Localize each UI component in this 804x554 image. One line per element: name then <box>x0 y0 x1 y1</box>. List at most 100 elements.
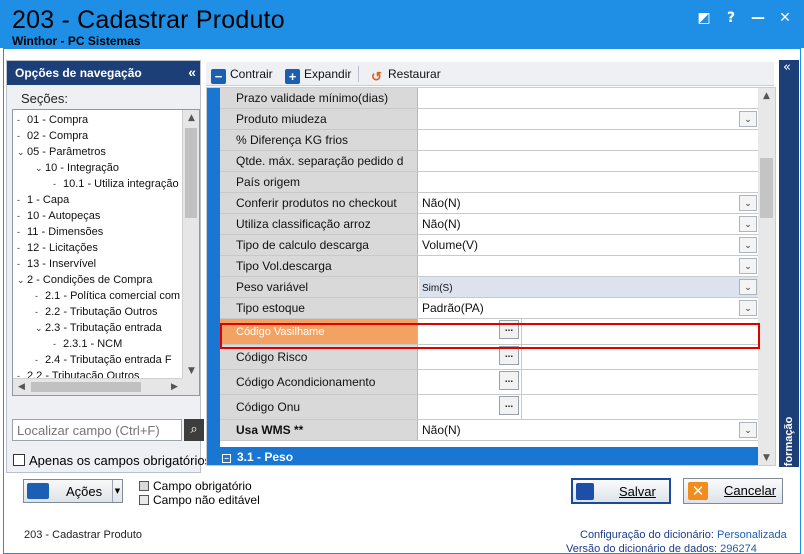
window-subtitle: Winthor - PC Sistemas <box>12 34 141 48</box>
close-icon[interactable]: ✕ <box>776 10 794 26</box>
tree-item[interactable]: ⌄ 2.3 - Tributação entrada <box>35 320 162 336</box>
grid-row-value[interactable]: Sim(S) ⌄ <box>419 277 760 297</box>
chevron-down-icon[interactable]: ⌄ <box>17 144 27 160</box>
lookup-button[interactable]: ... <box>499 320 519 339</box>
grid-vertical-scrollbar[interactable]: ▲ ▼ <box>758 88 775 465</box>
nav-header: Opções de navegação « <box>7 61 200 85</box>
grid-scroll-down-icon[interactable]: ▼ <box>758 450 775 465</box>
checkbox-box[interactable] <box>13 454 25 466</box>
chevron-down-icon[interactable]: ⌄ <box>739 300 757 316</box>
status-dict-config: Configuração do dicionário: Personalizad… <box>580 529 787 541</box>
tree-dash-icon: - <box>17 195 20 205</box>
grid-row-value[interactable]: Padrão(PA) ⌄ <box>419 298 760 318</box>
tree-scroll-thumb[interactable] <box>185 128 197 218</box>
scroll-corner <box>182 378 199 395</box>
collapse-section-icon[interactable]: − <box>222 454 231 463</box>
grid-row-value[interactable] <box>419 151 760 171</box>
tree-vertical-scrollbar[interactable]: ▲ ▼ <box>182 110 199 380</box>
grid-row: Tipo Vol.descarga ⌄ <box>220 256 760 277</box>
grid-row-value[interactable]: ... <box>419 370 760 394</box>
grid-row-label: Conferir produtos no checkout <box>220 193 418 213</box>
section-header-peso[interactable]: −3.1 - Peso <box>207 447 762 465</box>
tree-item[interactable]: -2.3.1 - NCM <box>53 336 122 352</box>
restore-icon[interactable]: ◩ <box>695 10 713 26</box>
grid-row-value[interactable] <box>419 88 760 108</box>
grid-row-value[interactable]: Volume(V) ⌄ <box>419 235 760 255</box>
grid-row-value-text: Não(N) <box>422 217 461 231</box>
info-panel[interactable]: « Informação <box>779 60 799 476</box>
help-icon[interactable]: ? <box>722 10 740 26</box>
grid-row-value[interactable]: Não(N) ⌄ <box>419 193 760 213</box>
tree-item[interactable]: -01 - Compra <box>17 112 88 128</box>
status-dict-version: Versão do dicionário de dados: 296274 <box>566 543 757 554</box>
chevron-down-icon[interactable]: ▼ <box>112 480 122 502</box>
tree-item-label: 01 - Compra <box>27 114 89 126</box>
grid-row-value[interactable]: Não(N) ⌄ <box>419 214 760 234</box>
grid-row-label: Tipo Vol.descarga <box>220 256 418 276</box>
tree-item[interactable]: -11 - Dimensões <box>17 224 103 240</box>
collapse-button[interactable]: − Contrair <box>211 66 273 84</box>
chevron-down-icon[interactable]: ⌄ <box>739 258 757 274</box>
chevron-down-icon[interactable]: ⌄ <box>17 272 27 288</box>
chevron-down-icon[interactable]: ⌄ <box>739 237 757 253</box>
tree-dash-icon: - <box>35 307 38 317</box>
minimize-icon[interactable]: — <box>749 10 767 26</box>
expand-info-icon[interactable]: « <box>783 60 791 75</box>
collapse-nav-icon[interactable]: « <box>188 60 196 84</box>
tree-item[interactable]: ⌄ 05 - Parâmetros <box>17 144 106 160</box>
tree-item[interactable]: -02 - Compra <box>17 128 88 144</box>
lookup-button[interactable]: ... <box>499 396 519 415</box>
tree-item[interactable]: -10 - Autopeças <box>17 208 100 224</box>
grid-toolbar: − Contrair + Expandir ↺ Restaurar <box>206 62 774 86</box>
grid-scroll-up-icon[interactable]: ▲ <box>758 88 775 105</box>
chevron-down-icon[interactable]: ⌄ <box>739 195 757 211</box>
restore-button[interactable]: ↺ Restaurar <box>369 66 441 84</box>
tree-item[interactable]: -13 - Inservível <box>17 256 96 272</box>
save-label: Salvar <box>619 484 656 499</box>
chevron-down-icon[interactable]: ⌄ <box>35 320 45 336</box>
chevron-down-icon[interactable]: ⌄ <box>739 111 757 127</box>
chevron-down-icon[interactable]: ⌄ <box>739 279 757 295</box>
tree-item[interactable]: ⌄ 10 - Integração <box>35 160 119 176</box>
tree-item[interactable]: -10.1 - Utiliza integração <box>53 176 179 192</box>
grid-row-value[interactable]: Não(N) ⌄ <box>419 420 760 440</box>
grid-row-label: Código Acondicionamento <box>220 370 418 394</box>
tree-item[interactable]: -12 - Licitações <box>17 240 98 256</box>
lookup-button[interactable]: ... <box>499 371 519 390</box>
tree-item[interactable]: -2.2 - Tributação Outros <box>35 304 158 320</box>
save-button[interactable]: Salvar <box>571 478 671 504</box>
grid-row-label: Tipo estoque <box>220 298 418 318</box>
scroll-up-icon[interactable]: ▲ <box>183 110 199 127</box>
cancel-button[interactable]: ✕ Cancelar <box>683 478 783 504</box>
tree-horizontal-scrollbar[interactable]: ◀ ▶ <box>13 378 183 395</box>
grid-row-label: Produto miudeza <box>220 109 418 129</box>
chevron-down-icon[interactable]: ⌄ <box>35 160 45 176</box>
tree-item[interactable]: -2.1 - Política comercial com <box>35 288 180 304</box>
tree-hscroll-thumb[interactable] <box>31 382 141 392</box>
section-label: 3.1 - Peso <box>237 450 294 464</box>
actions-button[interactable]: Ações ▼ <box>23 479 123 503</box>
grid-row-value[interactable]: ... <box>419 345 760 369</box>
tree-item[interactable]: -1 - Capa <box>17 192 69 208</box>
required-only-checkbox[interactable]: Apenas os campos obrigatórios <box>13 453 211 468</box>
grid-row-value[interactable]: ⌄ <box>419 109 760 129</box>
grid-row-value[interactable]: ... <box>419 395 760 419</box>
lookup-button[interactable]: ... <box>499 346 519 365</box>
grid-row-value[interactable] <box>419 172 760 192</box>
chevron-down-icon[interactable]: ⌄ <box>739 216 757 232</box>
grid-row-value[interactable]: ... <box>419 319 760 344</box>
grid-row-value[interactable] <box>419 130 760 150</box>
grid-row: Tipo estoque Padrão(PA) ⌄ <box>220 298 760 319</box>
magnifier-icon[interactable]: ⌕ <box>184 419 204 441</box>
grid-row: País origem <box>220 172 760 193</box>
x-icon: ✕ <box>688 482 708 500</box>
tree-item[interactable]: ⌄ 2 - Condições de Compra <box>17 272 152 288</box>
grid-row-value[interactable]: ⌄ <box>419 256 760 276</box>
search-field-input[interactable] <box>12 419 182 441</box>
chevron-down-icon[interactable]: ⌄ <box>739 422 757 438</box>
grid-scroll-thumb[interactable] <box>760 158 773 218</box>
tree-item[interactable]: -2.4 - Tributação entrada F <box>35 352 172 368</box>
scroll-right-icon[interactable]: ▶ <box>166 379 183 395</box>
expand-button[interactable]: + Expandir <box>285 66 351 84</box>
scroll-left-icon[interactable]: ◀ <box>13 379 30 395</box>
